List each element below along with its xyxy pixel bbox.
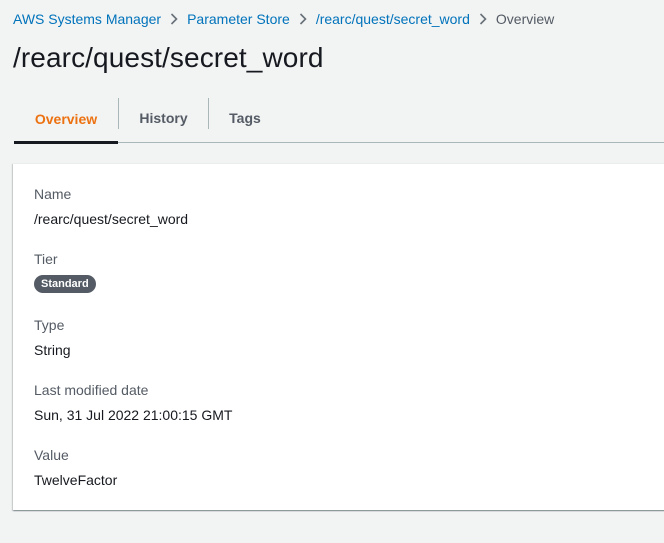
chevron-right-icon xyxy=(290,11,316,27)
name-value: /rearc/quest/secret_word xyxy=(34,211,189,227)
tier-field: Tier Standard xyxy=(34,250,96,293)
type-label: Type xyxy=(34,317,65,333)
tab-history[interactable]: History xyxy=(119,95,208,141)
breadcrumb-systems-manager[interactable]: AWS Systems Manager xyxy=(13,11,161,27)
chevron-right-icon xyxy=(161,11,187,27)
last-modified-field: Last modified date Sun, 31 Jul 2022 21:0… xyxy=(34,381,232,424)
name-label: Name xyxy=(34,186,72,202)
value-value: TwelveFactor xyxy=(34,472,118,488)
chevron-right-icon xyxy=(470,11,496,27)
tier-badge: Standard xyxy=(34,275,96,293)
tier-label: Tier xyxy=(34,251,58,267)
breadcrumb-parameter[interactable]: /rearc/quest/secret_word xyxy=(316,11,470,27)
breadcrumb: AWS Systems Manager Parameter Store /rea… xyxy=(13,9,554,29)
value-field: Value TwelveFactor xyxy=(34,446,117,489)
breadcrumb-parameter-store[interactable]: Parameter Store xyxy=(187,11,290,27)
page-title: /rearc/quest/secret_word xyxy=(13,42,324,73)
tab-tags[interactable]: Tags xyxy=(209,95,281,141)
breadcrumb-current: Overview xyxy=(495,11,555,27)
parameter-details-panel: Name /rearc/quest/secret_word Tier Stand… xyxy=(13,163,664,510)
last-modified-label: Last modified date xyxy=(34,382,149,398)
last-modified-value: Sun, 31 Jul 2022 21:00:15 GMT xyxy=(34,407,233,423)
tab-overview[interactable]: Overview xyxy=(14,95,118,144)
name-field: Name /rearc/quest/secret_word xyxy=(34,185,188,228)
tab-bar: Overview History Tags xyxy=(14,95,664,144)
type-value: String xyxy=(34,342,71,358)
value-label: Value xyxy=(34,447,69,463)
type-field: Type String xyxy=(34,316,71,359)
